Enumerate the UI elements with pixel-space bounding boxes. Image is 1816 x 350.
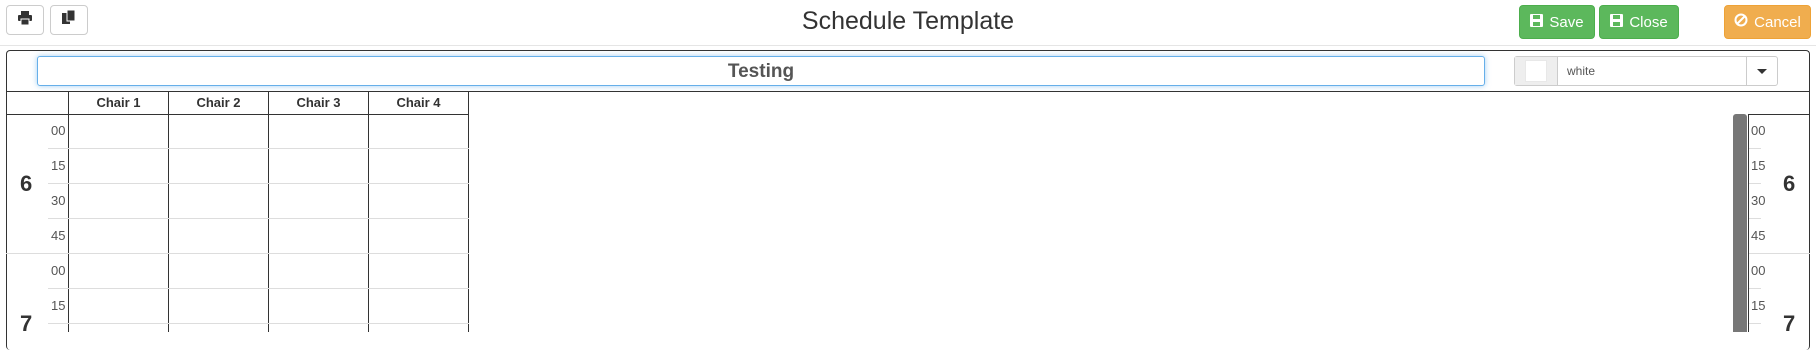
slot-divider	[1749, 323, 1761, 324]
minute-label: 30	[1751, 193, 1766, 208]
vertical-scrollbar[interactable]	[1733, 114, 1747, 332]
grid-col-divider	[168, 92, 169, 332]
hour-label: 7	[20, 311, 33, 336]
minute-label: 15	[1751, 158, 1766, 173]
color-dropdown-toggle[interactable]	[1746, 57, 1777, 85]
right-gutter-divider	[1748, 114, 1749, 332]
minute-label: 00	[51, 123, 66, 138]
hour-label: 6	[1783, 171, 1796, 196]
slot-divider	[1749, 218, 1761, 219]
floppy-icon	[1610, 13, 1624, 31]
minute-label: 45	[1751, 228, 1766, 243]
slot-divider	[48, 288, 469, 289]
hour-label: 7	[1783, 311, 1796, 336]
hour-label: 6	[20, 171, 33, 196]
minute-label: 00	[1751, 123, 1766, 138]
minute-label: 45	[51, 228, 66, 243]
cancel-label: Cancel	[1754, 13, 1801, 31]
floppy-icon	[1530, 13, 1544, 31]
minute-label: 15	[1751, 298, 1766, 313]
minute-label: 30	[51, 193, 66, 208]
caret-down-icon	[1757, 62, 1767, 80]
color-swatch-box	[1515, 57, 1558, 85]
slot-divider	[48, 323, 469, 324]
slot-divider	[48, 218, 469, 219]
slot-divider	[1749, 288, 1761, 289]
grid-col-divider	[368, 92, 369, 332]
column-header-chair-4: Chair 4	[396, 95, 441, 110]
slot-divider	[48, 183, 469, 184]
minute-label: 15	[51, 158, 66, 173]
grid-col-divider	[68, 92, 69, 332]
header-bottom-border	[6, 114, 469, 115]
close-label: Close	[1629, 13, 1668, 31]
save-button[interactable]: Save	[1519, 5, 1595, 39]
grid-col-divider	[268, 92, 269, 332]
column-header-chair-1: Chair 1	[96, 95, 141, 110]
minute-label: 00	[51, 263, 66, 278]
template-name-input[interactable]: Testing	[37, 56, 1485, 86]
slot-divider	[1749, 183, 1761, 184]
color-swatch	[1525, 60, 1547, 82]
close-button[interactable]: Close	[1599, 5, 1679, 39]
hour-divider	[6, 253, 469, 254]
minute-label: 15	[51, 298, 66, 313]
cancel-button[interactable]: Cancel	[1724, 5, 1811, 39]
slot-divider	[1749, 148, 1761, 149]
minute-label: 00	[1751, 263, 1766, 278]
grid-col-divider	[468, 92, 469, 332]
column-header-chair-2: Chair 2	[196, 95, 241, 110]
slot-divider	[48, 148, 469, 149]
color-select[interactable]: white	[1514, 56, 1778, 86]
color-value: white	[1567, 64, 1596, 78]
save-label: Save	[1549, 13, 1584, 31]
column-header-chair-3: Chair 3	[296, 95, 341, 110]
top-toolbar: Schedule Template Save Close Cancel	[0, 0, 1816, 46]
ban-icon	[1734, 13, 1748, 31]
hour-divider	[1749, 253, 1810, 254]
right-header-border	[1749, 114, 1810, 115]
